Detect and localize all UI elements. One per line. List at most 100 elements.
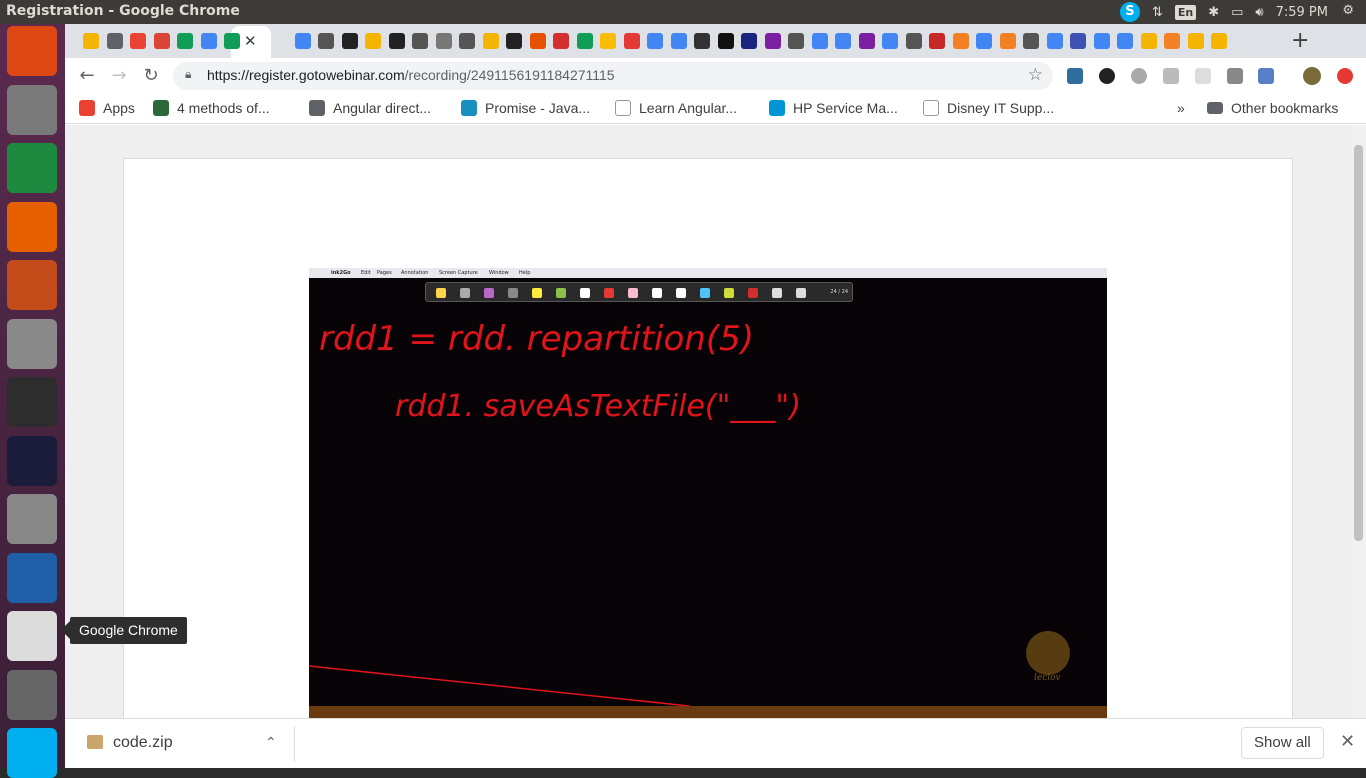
extension-icon[interactable] xyxy=(1131,68,1147,84)
close-tab-icon[interactable]: ✕ xyxy=(244,32,257,50)
webinar-recording-player[interactable]: ink2Go Edit Pages Annotation Screen Capt… xyxy=(309,268,1107,718)
tab-favicon-icon[interactable] xyxy=(1070,33,1086,49)
launcher-skype-icon[interactable] xyxy=(7,728,57,778)
tab-favicon-icon[interactable] xyxy=(976,33,992,49)
tab-favicon-icon[interactable] xyxy=(529,33,546,49)
back-icon[interactable]: ← xyxy=(75,64,99,88)
bookmark-item[interactable]: Apps xyxy=(79,100,135,116)
tab-favicon-icon[interactable] xyxy=(1164,33,1180,49)
extension-icon[interactable] xyxy=(1195,68,1211,84)
tab-favicon-icon[interactable] xyxy=(83,33,99,49)
bookmark-item[interactable]: Promise - Java... xyxy=(461,100,590,116)
tab-favicon-icon[interactable] xyxy=(1046,33,1063,49)
bookmark-item[interactable]: Angular direct... xyxy=(309,100,431,116)
tab-favicon-icon[interactable] xyxy=(670,33,687,49)
clock[interactable]: 7:59 PM xyxy=(1276,5,1328,20)
tab-favicon-icon[interactable] xyxy=(1211,33,1227,49)
download-file-name[interactable]: code.zip xyxy=(113,734,173,752)
launcher-libreoffice-writer-icon[interactable] xyxy=(7,552,57,603)
launcher-software-updater-icon[interactable] xyxy=(7,669,57,720)
tab-favicon-icon[interactable] xyxy=(294,33,311,49)
skype-tray-icon[interactable]: S xyxy=(1119,2,1140,22)
show-all-downloads-button[interactable]: Show all xyxy=(1241,727,1324,759)
bluetooth-icon[interactable]: ✱ xyxy=(1208,5,1219,20)
tab-favicon-icon[interactable] xyxy=(177,33,193,49)
tab-favicon-icon[interactable] xyxy=(788,33,804,49)
tab-favicon-icon[interactable] xyxy=(388,33,405,49)
launcher-firefox-icon[interactable] xyxy=(7,201,57,252)
network-arrows-icon[interactable]: ⇅ xyxy=(1152,5,1163,20)
tab-favicon-icon[interactable] xyxy=(717,33,734,49)
address-bar[interactable]: 🔒︎ https://register.gotowebinar.com/reco… xyxy=(173,62,1053,90)
tab-favicon-icon[interactable] xyxy=(412,33,428,49)
download-item[interactable]: code.zip ⌃ xyxy=(77,726,295,762)
tab-favicon-icon[interactable] xyxy=(224,33,240,49)
battery-icon[interactable]: ▭ xyxy=(1231,5,1243,20)
page-scrollbar[interactable] xyxy=(1351,125,1366,718)
extension-icon[interactable] xyxy=(1258,68,1274,84)
bookmark-item[interactable]: Learn Angular... xyxy=(615,100,737,116)
bookmark-item[interactable]: Disney IT Supp... xyxy=(923,100,1054,116)
bookmark-star-icon[interactable]: ☆ xyxy=(1028,65,1043,85)
bookmark-item[interactable]: HP Service Ma... xyxy=(769,100,898,116)
lock-icon[interactable]: 🔒︎ xyxy=(185,67,191,82)
tab-favicon-icon[interactable] xyxy=(835,33,851,49)
reload-icon[interactable]: ↻ xyxy=(139,64,163,88)
tab-favicon-icon[interactable] xyxy=(482,33,499,49)
tab-favicon-icon[interactable] xyxy=(365,33,381,49)
tab-favicon-icon[interactable] xyxy=(341,33,358,49)
scrollbar-thumb[interactable] xyxy=(1354,145,1363,541)
extension-icon[interactable] xyxy=(1099,68,1115,84)
bookmarks-overflow-button[interactable]: » xyxy=(1177,100,1185,116)
launcher-ubuntu-dash-icon[interactable] xyxy=(7,26,57,76)
forward-icon[interactable]: → xyxy=(107,64,131,88)
tab-favicon-icon[interactable] xyxy=(600,33,616,49)
bookmark-item[interactable]: 4 methods of... xyxy=(153,100,270,116)
tab-favicon-icon[interactable] xyxy=(506,33,522,49)
launcher-system-settings-icon[interactable] xyxy=(7,318,57,369)
launcher-help-icon[interactable] xyxy=(7,494,57,544)
tab-favicon-icon[interactable] xyxy=(553,33,569,49)
tab-favicon-icon[interactable] xyxy=(1140,33,1157,49)
tab-favicon-icon[interactable] xyxy=(435,33,452,49)
volume-icon[interactable]: 🔊︎ xyxy=(1255,5,1263,20)
tab-favicon-icon[interactable] xyxy=(1187,33,1204,49)
tab-favicon-icon[interactable] xyxy=(153,33,170,49)
tab-favicon-icon[interactable] xyxy=(764,33,781,49)
tab-favicon-icon[interactable] xyxy=(576,33,593,49)
camera-icon[interactable] xyxy=(1227,68,1243,84)
launcher-libreoffice-impress-icon[interactable] xyxy=(7,260,57,310)
power-gear-icon[interactable]: ⚙ xyxy=(1342,3,1354,18)
tab-favicon-icon[interactable] xyxy=(999,33,1016,49)
tab-favicon-icon[interactable] xyxy=(811,33,828,49)
tab-favicon-icon[interactable] xyxy=(882,33,898,49)
profile-avatar[interactable] xyxy=(1303,67,1321,85)
tab-favicon-icon[interactable] xyxy=(200,33,217,49)
tab-favicon-icon[interactable] xyxy=(318,33,334,49)
launcher-intellij-idea-icon[interactable] xyxy=(7,435,57,486)
launcher-libreoffice-calc-icon[interactable] xyxy=(7,143,57,193)
tab-favicon-icon[interactable] xyxy=(905,33,922,49)
tab-favicon-icon[interactable] xyxy=(952,33,969,49)
url-text[interactable]: https://register.gotowebinar.com/recordi… xyxy=(207,67,615,83)
extension-icon[interactable] xyxy=(1067,68,1083,84)
new-tab-button[interactable]: + xyxy=(1291,28,1309,53)
chevron-up-icon[interactable]: ⌃ xyxy=(265,734,277,751)
update-icon[interactable] xyxy=(1337,68,1353,84)
tab-favicon-icon[interactable] xyxy=(106,33,123,49)
tab-favicon-icon[interactable] xyxy=(1023,33,1039,49)
tab-favicon-icon[interactable] xyxy=(623,33,640,49)
tab-favicon-icon[interactable] xyxy=(858,33,875,49)
launcher-files-icon[interactable] xyxy=(7,84,57,135)
launcher-google-chrome-icon[interactable] xyxy=(7,611,57,661)
launcher-terminal-icon[interactable] xyxy=(7,377,57,427)
tab-favicon-icon[interactable] xyxy=(694,33,710,49)
tab-favicon-icon[interactable] xyxy=(647,33,663,49)
close-icon[interactable]: ✕ xyxy=(1340,731,1355,752)
other-bookmarks-folder[interactable]: Other bookmarks xyxy=(1207,100,1338,116)
tab-favicon-icon[interactable] xyxy=(130,33,146,49)
tab-favicon-icon[interactable] xyxy=(929,33,945,49)
tab-favicon-icon[interactable] xyxy=(741,33,757,49)
keyboard-language-indicator[interactable]: En xyxy=(1174,4,1197,20)
tab-favicon-icon[interactable] xyxy=(459,33,475,49)
